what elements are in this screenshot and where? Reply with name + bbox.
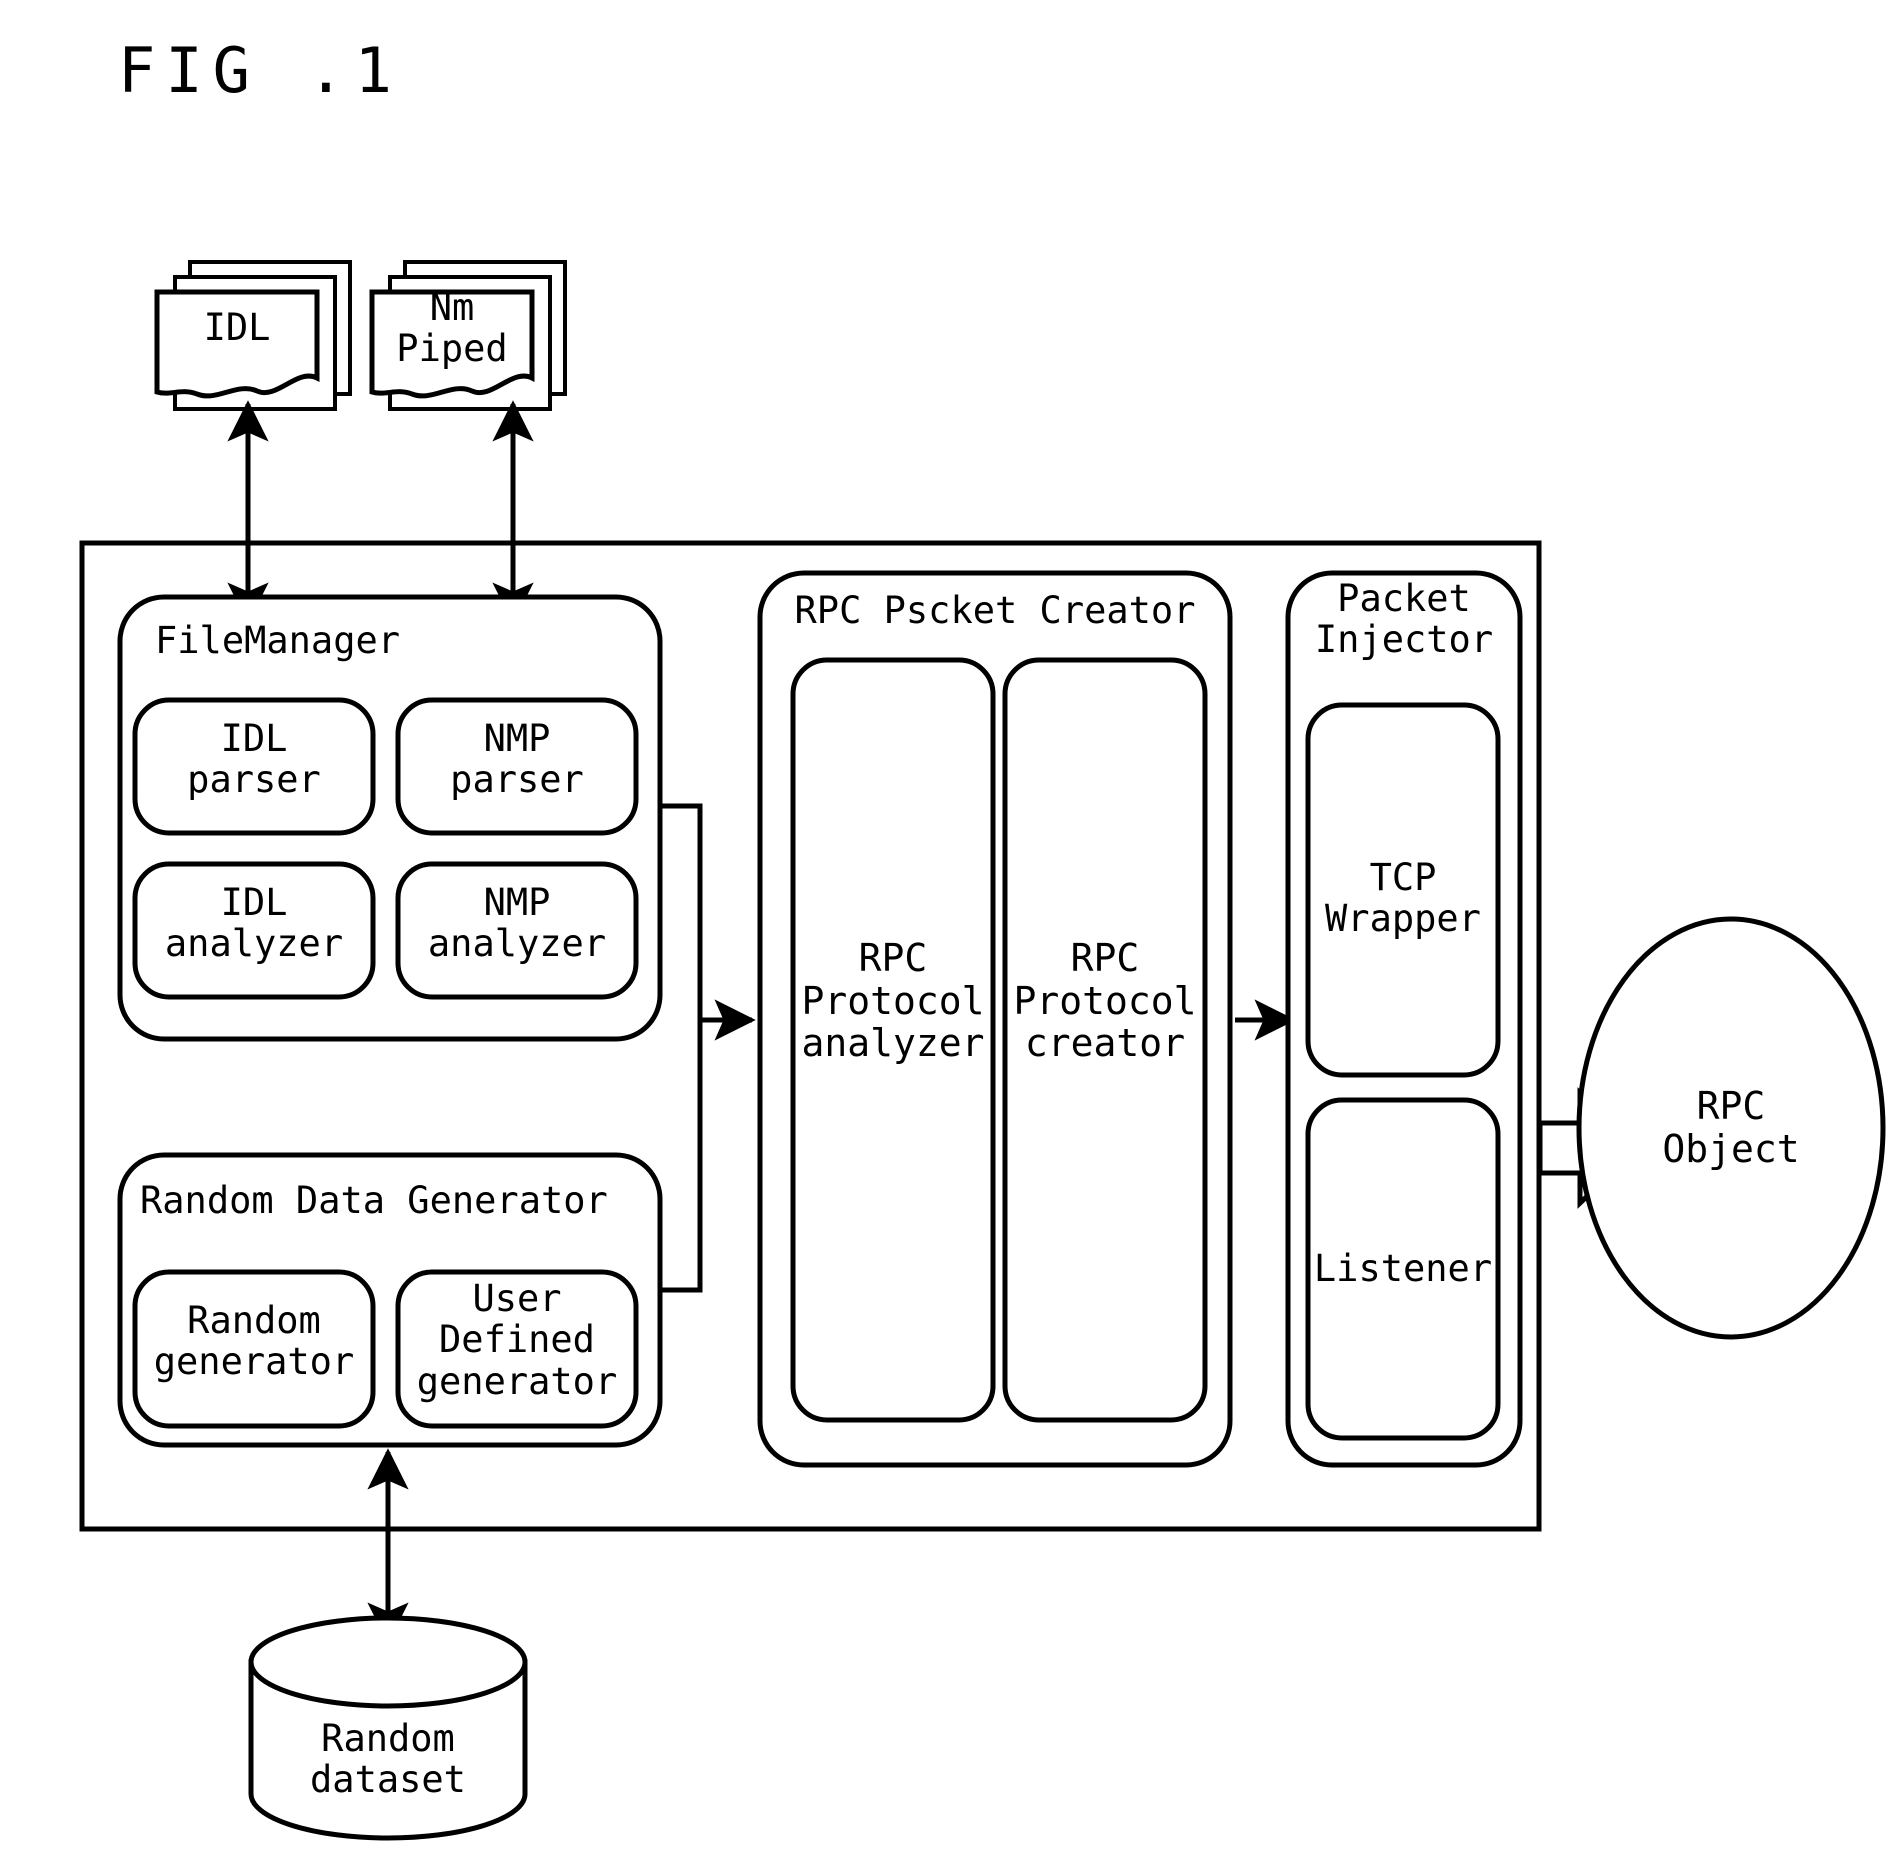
random-generator-box[interactable]: [132, 1269, 376, 1429]
idl-analyzer-box[interactable]: [132, 861, 376, 1000]
random-dataset-cylinder[interactable]: [248, 1615, 528, 1841]
rpc-protocol-analyzer-box[interactable]: [790, 657, 996, 1423]
nmp-parser-box[interactable]: [395, 697, 639, 836]
diagram-canvas: [79, 260, 1886, 1841]
idl-parser-box[interactable]: [132, 697, 376, 836]
tcp-wrapper-box[interactable]: [1305, 702, 1501, 1078]
rpc-protocol-creator-box[interactable]: [1002, 657, 1208, 1423]
connector-filemanager-to-packet-creator: [660, 803, 756, 1293]
nm-piped-document-stack: [369, 260, 567, 411]
nmp-analyzer-box[interactable]: [395, 861, 639, 1000]
rpc-object-ellipse[interactable]: [1576, 916, 1886, 1340]
listener-box[interactable]: [1305, 1097, 1501, 1441]
idl-document-stack: [154, 260, 352, 411]
user-defined-generator-box[interactable]: [395, 1269, 639, 1429]
